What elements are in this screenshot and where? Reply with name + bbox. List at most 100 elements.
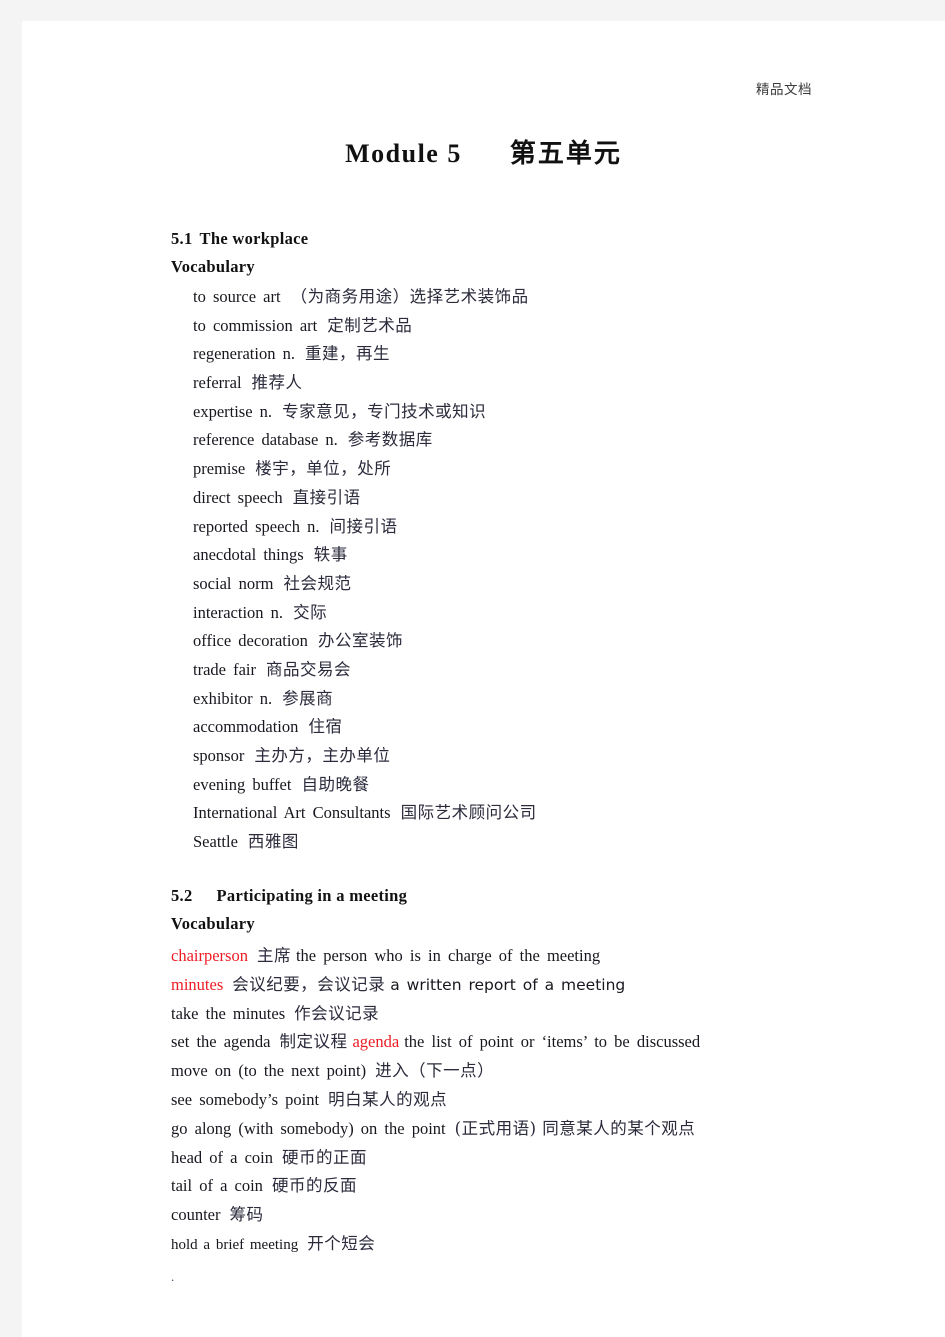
vocabulary-translation: 交际	[293, 602, 328, 622]
vocabulary-translation: 定制艺术品	[327, 315, 413, 335]
vocabulary-translation: 办公室装饰	[317, 631, 403, 651]
vocabulary-term: office decoration	[193, 631, 308, 651]
vocabulary-term: accommodation	[193, 717, 299, 737]
vocabulary-entry: minutes 会议纪要，会议记录 a written report of a me…	[171, 971, 931, 1000]
vocabulary-translation: 进入（下一点）	[375, 1061, 495, 1081]
vocabulary-definition: the list of point or ‘items’ to be discu…	[404, 1032, 701, 1052]
vocabulary-term: International Art Consultants	[193, 803, 391, 823]
vocabulary-term: sponsor	[193, 746, 245, 765]
vocabulary-translation: 专家意见，专门技术或知识	[282, 401, 487, 421]
vocabulary-entry: trade fair 商品交易会	[193, 656, 893, 685]
vocabulary-translation: (正式用语) 同意某人的某个观点	[454, 1118, 696, 1138]
vocabulary-entry: evening buffet 自助晚餐	[193, 771, 893, 800]
vocabulary-translation: 西雅图	[247, 832, 299, 852]
section-5-1-heading: 5.1 The workplace	[171, 229, 308, 249]
vocabulary-term: to source art	[193, 287, 281, 306]
section-5-2-vocabulary-label: Vocabulary	[171, 914, 255, 933]
vocabulary-translation: 轶事	[313, 545, 348, 565]
vocabulary-translation: 主席	[256, 946, 291, 965]
vocabulary-entry: Seattle 西雅图	[193, 828, 893, 857]
vocabulary-entry: counter 筹码	[171, 1201, 931, 1230]
vocabulary-term: head of a coin	[171, 1147, 273, 1167]
vocabulary-entry: tail of a coin 硬币的反面	[171, 1172, 931, 1201]
vocabulary-term: chairperson	[171, 946, 248, 965]
vocabulary-entry: sponsor 主办方，主办单位	[193, 742, 893, 771]
vocabulary-entry: see somebody’s point 明白某人的观点	[171, 1086, 931, 1115]
vocabulary-translation: 社会规范	[283, 573, 352, 593]
vocabulary-term: expertise n.	[193, 401, 273, 421]
vocabulary-entry: head of a coin 硬币的正面	[171, 1144, 931, 1173]
section-5-2-heading: 5.2 Participating in a meeting	[171, 886, 407, 906]
vocabulary-entry: reference database n. 参考数据库	[193, 426, 893, 455]
vocabulary-translation: 参展商	[282, 688, 334, 708]
vocabulary-term: to commission art	[193, 315, 318, 335]
vocabulary-translation: 作会议记录	[294, 1003, 380, 1023]
vocabulary-term: Seattle	[193, 832, 238, 852]
document-page: 精品文档 Module 5 第五单元 5.1 The workplace Vocab…	[22, 21, 945, 1337]
vocabulary-term: set the agenda	[171, 1032, 271, 1052]
vocabulary-translation: 重建，再生	[304, 344, 390, 364]
vocabulary-entry: set the agenda 制定议程 agenda the list of poin…	[171, 1028, 931, 1057]
vocabulary-entry: premise 楼宇，单位，处所	[193, 455, 893, 484]
vocabulary-entry: accommodation 住宿	[193, 713, 893, 742]
vocabulary-entry: expertise n. 专家意见，专门技术或知识	[193, 398, 893, 427]
section-5-2-title: Participating in a meeting	[216, 886, 408, 905]
vocabulary-entry: reported speech n. 间接引语	[193, 513, 893, 542]
vocabulary-definition: a written report of a meeting	[390, 975, 626, 994]
section-5-1-vocabulary-label: Vocabulary	[171, 257, 255, 276]
vocabulary-term: see somebody’s point	[171, 1089, 320, 1109]
vocabulary-entry: anecdotal things 轶事	[193, 541, 893, 570]
vocabulary-translation: 开个短会	[307, 1233, 376, 1253]
section-5-1-number: 5.1	[171, 229, 193, 248]
vocabulary-entry: go along (with somebody) on the point (正式…	[171, 1115, 931, 1144]
vocabulary-term: tail of a coin	[171, 1176, 263, 1196]
document-title-latin: Module 5	[345, 139, 462, 168]
vocabulary-term: go along (with somebody) on the point	[171, 1118, 446, 1138]
vocabulary-translation: 住宿	[308, 717, 343, 737]
vocabulary-entry: interaction n. 交际	[193, 599, 893, 628]
page-header-note: 精品文档	[756, 82, 812, 98]
vocabulary-translation: 明白某人的观点	[328, 1089, 448, 1109]
vocabulary-term: referral	[193, 373, 242, 393]
vocabulary-entry: move on (to the next point) 进入（下一点）	[171, 1057, 931, 1086]
vocabulary-term: counter	[171, 1205, 221, 1225]
vocabulary-translation: （为商务用途）选择艺术装饰品	[290, 287, 529, 306]
vocabulary-term: premise	[193, 459, 246, 479]
vocabulary-entry: take the minutes 作会议记录	[171, 1000, 931, 1029]
vocabulary-term: reported speech n.	[193, 516, 320, 536]
vocabulary-definition: the person who is in charge of the meeti…	[295, 946, 601, 965]
vocabulary-term: social norm	[193, 573, 274, 593]
vocabulary-translation: 直接引语	[292, 487, 361, 507]
section-5-1-vocabulary-list: to source art （为商务用途）选择艺术装饰品 to commission…	[193, 283, 893, 857]
vocabulary-translation: 自助晚餐	[301, 774, 370, 794]
vocabulary-term: take the minutes	[171, 1003, 286, 1023]
vocabulary-entry: office decoration 办公室装饰	[193, 627, 893, 656]
vocabulary-translation: 间接引语	[329, 516, 398, 536]
vocabulary-term: exhibitor n.	[193, 688, 273, 708]
vocabulary-translation: 硬币的反面	[271, 1176, 357, 1196]
vocabulary-translation: 推荐人	[251, 373, 303, 393]
section-5-1-title: The workplace	[199, 229, 309, 248]
vocabulary-term: reference database n.	[193, 430, 338, 450]
vocabulary-term: direct speech	[193, 487, 283, 507]
vocabulary-translation: 筹码	[229, 1205, 264, 1225]
vocabulary-term: anecdotal things	[193, 545, 304, 565]
section-5-2-vocabulary-list: chairperson 主席 the person who is in charge…	[171, 942, 931, 1259]
document-title: Module 5 第五单元	[22, 133, 945, 170]
vocabulary-term: move on (to the next point)	[171, 1061, 367, 1081]
vocabulary-translation: 国际艺术顾问公司	[400, 803, 537, 823]
vocabulary-term: evening buffet	[193, 774, 292, 794]
vocabulary-keyword: agenda	[352, 1032, 400, 1052]
section-5-2-number: 5.2	[171, 886, 193, 905]
vocabulary-term: minutes	[171, 974, 224, 994]
vocabulary-translation: 会议纪要，会议记录	[232, 974, 386, 994]
vocabulary-translation: 主办方，主办单位	[254, 746, 391, 765]
vocabulary-entry: hold a brief meeting 开个短会	[171, 1230, 931, 1259]
vocabulary-entry: International Art Consultants 国际艺术顾问公司	[193, 799, 893, 828]
vocabulary-entry: to source art （为商务用途）选择艺术装饰品	[193, 283, 893, 312]
vocabulary-term: interaction n.	[193, 602, 284, 622]
vocabulary-translation: 楼宇，单位，处所	[255, 459, 392, 479]
vocabulary-translation: 制定议程	[279, 1032, 348, 1052]
vocabulary-translation: 硬币的正面	[282, 1147, 367, 1167]
vocabulary-entry: chairperson 主席 the person who is in charge…	[171, 942, 931, 971]
